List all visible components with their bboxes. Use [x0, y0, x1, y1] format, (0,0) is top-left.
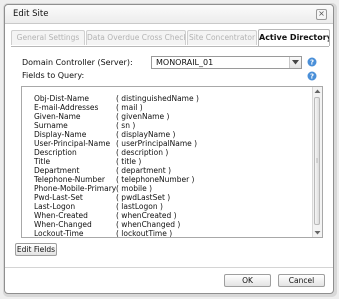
field-attribute: ( whenCreated ): [116, 211, 177, 220]
field-attribute: ( displayName ): [116, 130, 176, 139]
domain-controller-label: Domain Controller (Server):: [22, 58, 133, 67]
field-attribute: ( sn ): [116, 121, 136, 130]
field-attribute: ( department ): [116, 166, 171, 175]
svg-text:?: ?: [310, 73, 314, 81]
field-name: Department: [34, 166, 80, 175]
scroll-down-arrow-icon[interactable]: [313, 228, 322, 237]
chevron-down-icon[interactable]: [289, 57, 301, 68]
field-name: Description: [34, 148, 77, 157]
field-name: Pwd-Last-Set: [34, 193, 83, 202]
scroll-thumb[interactable]: [314, 97, 320, 225]
field-name: Telephone-Number: [34, 175, 105, 184]
field-name: Obj-Dist-Name: [34, 94, 89, 103]
field-attribute: ( mobile ): [116, 184, 153, 193]
field-name: Lockout-Time: [34, 229, 84, 238]
field-attribute: ( distinguishedName ): [116, 94, 199, 103]
domain-controller-value: MONORAIL_01: [156, 58, 214, 67]
close-icon[interactable]: ×: [316, 9, 327, 20]
edit-site-dialog: Edit Site × General Settings Data Overdu…: [4, 4, 334, 294]
field-name: Given-Name: [34, 112, 81, 121]
field-attribute: ( description ): [116, 148, 169, 157]
field-attribute: ( telephoneNumber ): [116, 175, 195, 184]
field-attribute: ( title ): [116, 157, 142, 166]
help-icon[interactable]: ?: [307, 57, 317, 67]
title-bar: Edit Site ×: [5, 5, 333, 24]
field-name: Phone-Mobile-Primary: [34, 184, 117, 193]
svg-text:?: ?: [310, 59, 314, 67]
field-attribute: ( lastLogon ): [116, 202, 163, 211]
tab-divider: [11, 46, 329, 47]
footer-divider: [5, 267, 333, 268]
field-attribute: ( mail ): [116, 103, 143, 112]
scroll-up-arrow-icon[interactable]: [313, 87, 322, 96]
fields-to-query-label: Fields to Query:: [22, 71, 85, 80]
tab-active-directory[interactable]: Active Directory: [258, 29, 330, 46]
field-name: When-Changed: [34, 220, 92, 229]
field-name: Surname: [34, 121, 68, 130]
field-attribute: ( pwdLastSet ): [116, 193, 171, 202]
field-name: Title: [34, 157, 51, 166]
help-icon[interactable]: ?: [307, 71, 317, 81]
ok-button[interactable]: OK: [224, 274, 271, 287]
tab-data-overdue-cross-check[interactable]: Data Overdue Cross Check: [86, 30, 186, 45]
dialog-title: Edit Site: [13, 9, 49, 19]
domain-controller-select[interactable]: MONORAIL_01: [151, 56, 302, 69]
field-attribute: ( lockoutTime ): [116, 229, 173, 238]
fields-listbox[interactable]: Obj-Dist-Name ( distinguishedName ) E-mail…: [21, 86, 323, 238]
field-name: Display-Name: [34, 130, 87, 139]
tab-site-concentrator[interactable]: Site Concentrator: [187, 30, 257, 45]
field-attribute: ( givenName ): [116, 112, 170, 121]
field-name: Last-Logon: [34, 202, 76, 211]
edit-fields-button[interactable]: Edit Fields: [15, 243, 57, 256]
field-name: When-Created: [34, 211, 88, 220]
field-attribute: ( whenChanged ): [116, 220, 181, 229]
vertical-scrollbar[interactable]: [312, 87, 322, 237]
tab-general-settings[interactable]: General Settings: [11, 30, 85, 45]
tab-bar: General Settings Data Overdue Cross Chec…: [11, 29, 330, 46]
cancel-button[interactable]: Cancel: [278, 274, 325, 287]
field-name: E-mail-Addresses: [34, 103, 99, 112]
field-attribute: ( userPrincipalName ): [116, 139, 198, 148]
field-name: User-Principal-Name: [34, 139, 111, 148]
